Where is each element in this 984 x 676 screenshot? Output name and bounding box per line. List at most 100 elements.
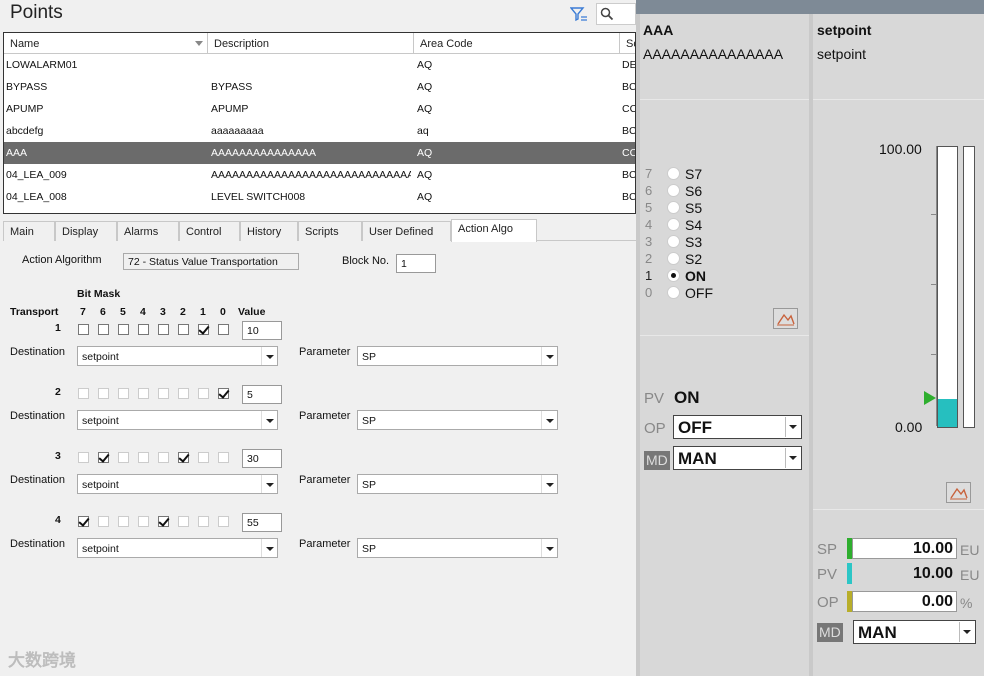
- tab-control[interactable]: Control: [179, 221, 240, 241]
- bit-checkbox[interactable]: [138, 452, 149, 463]
- destination-select[interactable]: setpoint: [77, 538, 278, 558]
- bit-checkbox[interactable]: [218, 324, 229, 335]
- destination-select[interactable]: setpoint: [77, 346, 278, 366]
- bit-checkbox[interactable]: [98, 452, 109, 463]
- parameter-select[interactable]: SP: [357, 346, 558, 366]
- filter-icon[interactable]: [569, 6, 588, 22]
- bit-checkbox[interactable]: [118, 516, 129, 527]
- tab-history[interactable]: History: [240, 221, 298, 241]
- state-option[interactable]: 5 S5: [640, 200, 740, 217]
- bit-checkbox[interactable]: [98, 388, 109, 399]
- bit-checkbox[interactable]: [178, 324, 189, 335]
- bit-checkbox[interactable]: [218, 516, 229, 527]
- tab-alarms[interactable]: Alarms: [117, 221, 179, 241]
- bit-checkbox[interactable]: [198, 452, 209, 463]
- bit-checkbox[interactable]: [98, 324, 109, 335]
- bit-checkbox[interactable]: [118, 452, 129, 463]
- bit-checkbox[interactable]: [138, 388, 149, 399]
- table-row[interactable]: LOWALARM01 AQ DE: [4, 54, 635, 76]
- state-radio[interactable]: [667, 235, 680, 248]
- trend-button[interactable]: [946, 482, 971, 503]
- bit-checkbox[interactable]: [198, 388, 209, 399]
- parameter-select[interactable]: SP: [357, 538, 558, 558]
- faceplate-point-name: AAA: [643, 22, 674, 38]
- state-option[interactable]: 3 S3: [640, 234, 740, 251]
- state-option[interactable]: 6 S6: [640, 183, 740, 200]
- state-radio[interactable]: [667, 286, 680, 299]
- table-row[interactable]: APUMP APUMP AQ CC: [4, 98, 635, 120]
- sp-input[interactable]: 10.00: [852, 538, 957, 559]
- mode-select[interactable]: MAN: [853, 620, 976, 644]
- chevron-down-icon[interactable]: [195, 41, 203, 46]
- state-option[interactable]: 2 S2: [640, 251, 740, 268]
- bit-checkbox[interactable]: [218, 388, 229, 399]
- table-row[interactable]: 04_LEA_008 LEVEL SWITCH008 AQ BC: [4, 186, 635, 208]
- bit-checkbox[interactable]: [158, 388, 169, 399]
- search-input[interactable]: [596, 3, 636, 25]
- state-radio[interactable]: [667, 218, 680, 231]
- column-header-sc[interactable]: Sc: [620, 33, 635, 54]
- table-row[interactable]: BYPASS BYPASS AQ BC: [4, 76, 635, 98]
- tab-action-algo[interactable]: Action Algo: [451, 219, 537, 242]
- bit-checkbox[interactable]: [158, 516, 169, 527]
- transport-value-input[interactable]: 5: [242, 385, 282, 404]
- bit-checkbox[interactable]: [118, 324, 129, 335]
- state-option[interactable]: 7 S7: [640, 166, 740, 183]
- tab-main[interactable]: Main: [3, 221, 55, 241]
- bit-checkbox[interactable]: [158, 452, 169, 463]
- table-row[interactable]: 04_LEA_009 AAAAAAAAAAAAAAAAAAAAAAAAAAAAAA…: [4, 164, 635, 186]
- op-select[interactable]: OFF: [673, 415, 802, 439]
- bit-checkbox[interactable]: [178, 452, 189, 463]
- bit-checkbox[interactable]: [198, 516, 209, 527]
- bit-checkbox[interactable]: [198, 324, 209, 335]
- bit-checkbox[interactable]: [118, 388, 129, 399]
- transport-index: 3: [55, 450, 61, 462]
- bit-checkbox[interactable]: [158, 324, 169, 335]
- bit-checkbox[interactable]: [178, 388, 189, 399]
- mode-select[interactable]: MAN: [673, 446, 802, 470]
- bit-checkbox[interactable]: [98, 516, 109, 527]
- table-row[interactable]: AAA AAAAAAAAAAAAAAA AQ CC: [4, 142, 635, 164]
- column-header-description[interactable]: Description: [208, 33, 414, 54]
- block-no-input[interactable]: 1: [396, 254, 436, 273]
- state-option[interactable]: 4 S4: [640, 217, 740, 234]
- state-radio[interactable]: [667, 184, 680, 197]
- chevron-down-icon: [785, 448, 800, 468]
- parameter-select[interactable]: SP: [357, 474, 558, 494]
- cell-name: 04_LEA_008: [6, 191, 67, 203]
- op-input[interactable]: 0.00: [852, 591, 957, 612]
- trend-button[interactable]: [773, 308, 798, 329]
- bit-checkbox[interactable]: [78, 388, 89, 399]
- state-radio[interactable]: [667, 252, 680, 265]
- transport-value-input[interactable]: 55: [242, 513, 282, 532]
- state-option[interactable]: 0 OFF: [640, 285, 740, 302]
- transport-value-input[interactable]: 10: [242, 321, 282, 340]
- transport-value-input[interactable]: 30: [242, 449, 282, 468]
- bit-checkbox[interactable]: [138, 516, 149, 527]
- bit-checkbox[interactable]: [78, 324, 89, 335]
- tab-scripts[interactable]: Scripts: [298, 221, 362, 241]
- bit-checkbox[interactable]: [178, 516, 189, 527]
- faceplate-title-bar: [636, 0, 984, 14]
- column-header-area-code[interactable]: Area Code: [414, 33, 620, 54]
- column-header-name[interactable]: Name: [4, 33, 208, 54]
- bit-checkbox[interactable]: [218, 452, 229, 463]
- state-radio[interactable]: [667, 269, 680, 282]
- scale-max-label: 100.00: [879, 141, 922, 157]
- state-label: S3: [685, 234, 703, 250]
- table-row[interactable]: abcdefg aaaaaaaaa aq BC: [4, 120, 635, 142]
- bit-checkbox[interactable]: [78, 452, 89, 463]
- state-option[interactable]: 1 ON: [640, 268, 740, 285]
- cell-description: AAAAAAAAAAAAAAA: [211, 147, 317, 159]
- state-radio[interactable]: [667, 167, 680, 180]
- destination-select[interactable]: setpoint: [77, 474, 278, 494]
- destination-select[interactable]: setpoint: [77, 410, 278, 430]
- status-faceplate: AAA AAAAAAAAAAAAAAA 7 S7 6 S6 5 S5 4 S4 …: [640, 14, 809, 676]
- parameter-select[interactable]: SP: [357, 410, 558, 430]
- sp-pointer-icon[interactable]: [924, 391, 936, 405]
- tab-display[interactable]: Display: [55, 221, 117, 241]
- tab-user-defined[interactable]: User Defined: [362, 221, 451, 241]
- bit-checkbox[interactable]: [138, 324, 149, 335]
- state-radio[interactable]: [667, 201, 680, 214]
- bit-checkbox[interactable]: [78, 516, 89, 527]
